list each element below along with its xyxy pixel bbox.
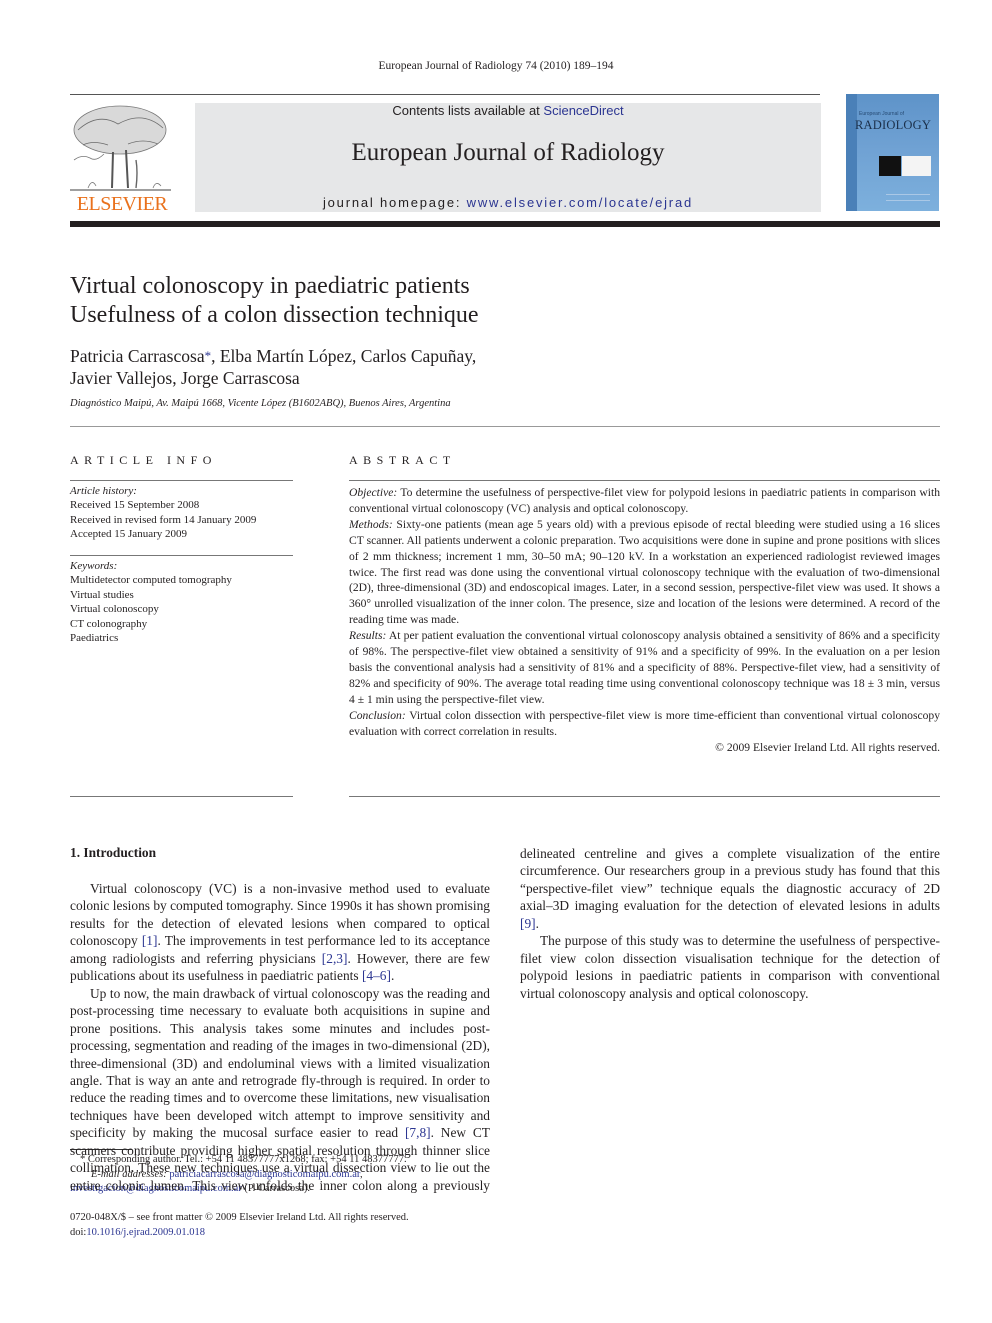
abstract-text: Virtual colon dissection with perspectiv… — [349, 708, 940, 738]
header-thick-rule — [70, 221, 940, 227]
cover-rule — [886, 194, 930, 195]
heading-spacer — [70, 845, 490, 880]
history-item: Accepted 15 January 2009 — [70, 528, 187, 541]
history-item: Received in revised form 14 January 2009 — [70, 513, 257, 526]
abstract-body: Objective: To determine the usefulness o… — [349, 485, 940, 755]
cover-image-scan — [879, 156, 901, 176]
journal-cover-thumbnail: European Journal of RADIOLOGY — [846, 94, 939, 211]
abstract-label: Conclusion: — [349, 708, 406, 722]
header-rule — [70, 94, 820, 95]
author-list: Patricia Carrascosa*, Elba Martín López,… — [70, 345, 476, 389]
abstract-text: Sixty-one patients (mean age 5 years old… — [349, 517, 940, 627]
divider — [349, 480, 940, 481]
abstract-text: To determine the usefulness of perspecti… — [349, 486, 940, 515]
copyright-notice: © 2009 Elsevier Ireland Ltd. All rights … — [715, 740, 940, 754]
front-matter: 0720-048X/$ – see front matter © 2009 El… — [70, 1211, 409, 1240]
contents-line: Contents lists available at ScienceDirec… — [195, 103, 821, 118]
keyword: Paediatrics — [70, 632, 119, 645]
section-rule — [70, 426, 940, 427]
article-history: Article history: Received 15 September 2… — [70, 484, 256, 542]
abstract-text: At per patient evaluation the convention… — [349, 629, 940, 706]
doi-label: doi: — [70, 1226, 87, 1238]
abstract-conclusion: Conclusion: Virtual colon dissection wit… — [349, 708, 940, 740]
journal-banner: Contents lists available at ScienceDirec… — [195, 103, 821, 212]
abstract-label: Objective: — [349, 486, 398, 499]
abstract-methods: Methods: Sixty-one patients (mean age 5 … — [349, 517, 940, 628]
history-item: Received 15 September 2008 — [70, 499, 200, 512]
citation-link[interactable]: [7,8] — [405, 1125, 431, 1140]
author-names: , Elba Martín López, Carlos Capuñay, — [211, 346, 477, 366]
text: . — [535, 915, 539, 931]
running-head: European Journal of Radiology 74 (2010) … — [378, 60, 614, 72]
article-info-heading: ARTICLE INFO — [70, 453, 217, 467]
affiliation: Diagnóstico Maipú, Av. Maipú 1668, Vicen… — [70, 398, 451, 409]
text: . — [390, 968, 395, 984]
divider — [349, 796, 940, 797]
keywords-label: Keywords: — [70, 560, 118, 572]
homepage-link[interactable]: www.elsevier.com/locate/ejrad — [467, 195, 693, 210]
keyword: Virtual colonoscopy — [70, 603, 159, 616]
abstract-objective: Objective: To determine the usefulness o… — [349, 485, 940, 517]
citation-link[interactable]: [2,3] — [322, 951, 348, 966]
abstract-label: Results: — [349, 629, 387, 643]
doi-link[interactable]: 10.1016/j.ejrad.2009.01.018 — [86, 1227, 205, 1238]
divider — [70, 555, 293, 556]
cover-image-chart — [902, 156, 931, 176]
paragraph: Virtual colonoscopy (VC) is a non-invasi… — [70, 880, 490, 985]
journal-title: European Journal of Radiology — [351, 139, 665, 166]
keyword: Multidetector computed tomography — [70, 574, 232, 587]
keyword: CT colonography — [70, 617, 148, 630]
keyword: Virtual studies — [70, 588, 134, 601]
title-line-1: Virtual colonoscopy in paediatric patien… — [70, 273, 470, 299]
author-name: Patricia Carrascosa — [70, 346, 205, 366]
homepage-prefix: journal homepage: — [322, 195, 467, 210]
divider — [70, 796, 293, 797]
cover-spine — [846, 94, 857, 211]
title-line-2: Usefulness of a colon dissection techniq… — [70, 302, 479, 328]
cover-title: RADIOLOGY — [855, 118, 932, 132]
issn-line: 0720-048X/$ – see front matter © 2009 El… — [70, 1212, 409, 1223]
article-title: Virtual colonoscopy in paediatric patien… — [70, 272, 479, 330]
history-label: Article history: — [70, 485, 137, 497]
cover-rule — [886, 200, 930, 201]
keywords: Keywords: Multidetector computed tomogra… — [70, 559, 232, 645]
sciencedirect-link[interactable]: ScienceDirect — [543, 103, 623, 118]
abstract-results: Results: At per patient evaluation the c… — [349, 628, 940, 708]
contents-prefix: Contents lists available at — [392, 103, 544, 118]
divider — [70, 480, 293, 481]
citation-link[interactable]: [4–6] — [362, 968, 391, 983]
citation-link[interactable]: [9] — [520, 916, 536, 931]
cover-subtitle: European Journal of — [859, 111, 905, 117]
author-names: Javier Vallejos, Jorge Carrascosa — [70, 368, 300, 388]
publisher-logo-text: ELSEVIER — [76, 193, 168, 215]
abstract-label: Methods: — [349, 517, 393, 531]
text: Up to now, the main drawback of virtual … — [70, 985, 490, 1141]
introduction-body: Virtual colonoscopy (VC) is a non-invasi… — [70, 845, 940, 1210]
homepage-line: journal homepage: www.elsevier.com/locat… — [195, 195, 821, 210]
paragraph: The purpose of this study was to determi… — [520, 933, 940, 1001]
citation-link[interactable]: [1] — [142, 933, 158, 948]
abstract-heading: ABSTRACT — [349, 453, 456, 467]
